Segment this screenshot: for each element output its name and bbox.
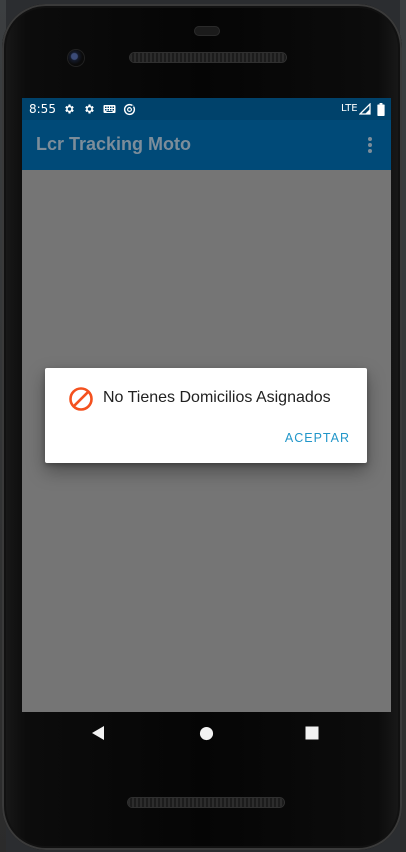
dialog-message: No Tienes Domicilios Asignados bbox=[103, 389, 331, 406]
app-toolbar: Lcr Tracking Moto bbox=[22, 120, 391, 170]
back-icon[interactable] bbox=[89, 724, 107, 742]
top-speaker-grille bbox=[130, 53, 286, 62]
accept-button[interactable]: ACEPTAR bbox=[285, 431, 350, 445]
home-icon[interactable] bbox=[197, 724, 215, 742]
front-camera bbox=[68, 50, 84, 66]
alert-dialog: No Tienes Domicilios Asignados ACEPTAR bbox=[45, 368, 367, 463]
navigation-bar bbox=[22, 712, 391, 754]
signal-icon bbox=[358, 102, 372, 116]
device-screen: 8:55 LTE Lcr Tracking Moto No Tienes Dom… bbox=[22, 98, 391, 712]
block-icon bbox=[68, 386, 94, 412]
status-time: 8:55 bbox=[29, 102, 56, 116]
earpiece bbox=[194, 26, 220, 36]
app-title: Lcr Tracking Moto bbox=[36, 134, 192, 154]
status-bar: 8:55 LTE bbox=[22, 98, 391, 120]
battery-icon bbox=[374, 102, 388, 116]
recents-icon[interactable] bbox=[303, 724, 321, 742]
settings-gear-icon bbox=[62, 102, 76, 116]
settings-gear-icon bbox=[82, 102, 96, 116]
network-type-label: LTE bbox=[341, 103, 358, 114]
more-vert-icon[interactable] bbox=[362, 133, 378, 157]
sync-icon bbox=[122, 102, 136, 116]
keyboard-icon bbox=[102, 102, 116, 116]
bottom-speaker-grille bbox=[128, 798, 284, 807]
